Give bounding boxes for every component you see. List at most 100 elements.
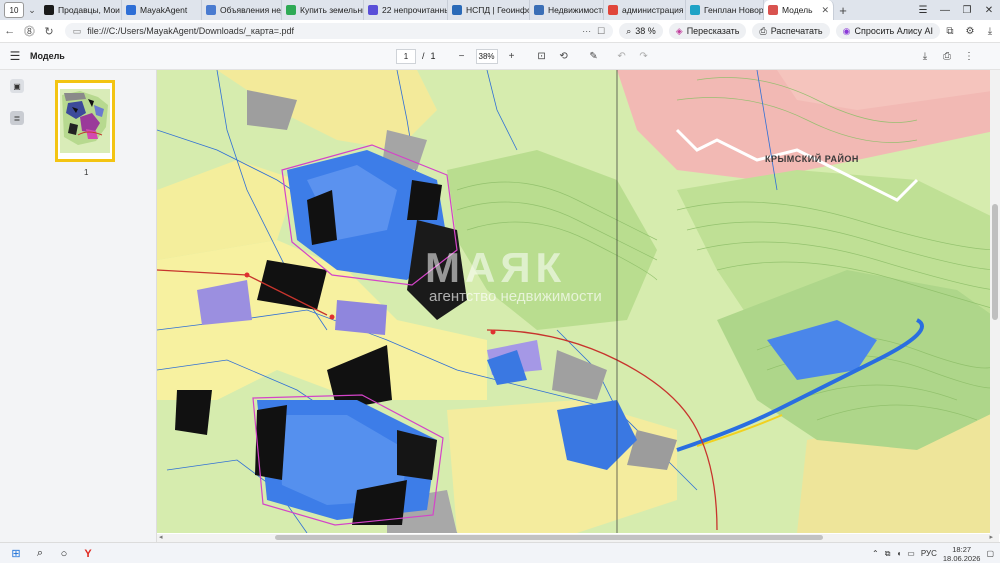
fit-page-icon[interactable]: ⊡ (534, 51, 550, 62)
url-text: file:///C:/Users/MayakAgent/Downloads/_к… (87, 26, 295, 36)
volume-icon[interactable]: ◖ (896, 549, 901, 558)
downloads-icon[interactable]: ⤓ (980, 26, 1000, 37)
tab-label: администрация г (622, 5, 686, 15)
redo-icon[interactable]: ↷ (636, 51, 652, 62)
watermark-title: МАЯК (425, 244, 567, 291)
clock-time: 18:27 (952, 544, 972, 554)
browser-tab[interactable]: Продавцы, Мои о (40, 0, 122, 20)
tab-list-chevron-icon[interactable]: ⌄ (24, 5, 40, 16)
tab-favicon-icon (768, 5, 778, 15)
close-tab-icon[interactable]: ✕ (817, 5, 829, 16)
zoom-pill[interactable]: ⌕ 38 % (619, 23, 663, 39)
thumbnail-map-image (58, 83, 112, 159)
notifications-icon[interactable]: ▢ (986, 549, 994, 558)
browser-tab[interactable]: Купить земельны (282, 0, 364, 20)
tab-favicon-icon (534, 5, 544, 15)
clock[interactable]: 18:27 18.06.2026 (943, 545, 981, 563)
tab-label: MayakAgent (140, 5, 188, 15)
tab-favicon-icon (44, 5, 54, 15)
browser-tab[interactable]: НСПД | Геоинфор (448, 0, 530, 20)
tab-label: Недвижимость (548, 5, 604, 15)
page-thumbnail[interactable] (55, 80, 115, 162)
download-icon[interactable]: ⤓ (918, 51, 932, 62)
page-number-input[interactable]: 1 (396, 48, 416, 64)
start-icon[interactable]: ⊞ (4, 547, 28, 560)
tab-label: НСПД | Геоинфор (466, 5, 530, 15)
pdf-menu-icon[interactable]: ☰ (0, 49, 30, 63)
bookmark-icon[interactable]: ☐ (597, 26, 605, 37)
watermark-subtitle: агентство недвижимости (429, 288, 602, 305)
new-tab-button[interactable]: + (834, 3, 852, 18)
vertical-scrollbar[interactable] (990, 70, 1000, 534)
more-options-icon[interactable]: ⋮ (962, 51, 976, 62)
browser-tab[interactable]: 22 непрочитанны (364, 0, 448, 20)
yandex-browser-icon[interactable]: Y (76, 548, 100, 560)
tab-favicon-icon (690, 5, 700, 15)
pdf-toolbar: ☰ Модель 1 / 1 − 38% + ⊡ ⟲ ✎ ↶ ↷ ⤓ ⎙ ⋮ (0, 43, 1000, 70)
tab-label: 22 непрочитанны (382, 5, 448, 15)
network-icon[interactable]: ⧉ (885, 549, 891, 559)
vertical-scroll-thumb[interactable] (992, 204, 998, 320)
zoom-out-icon[interactable]: − (454, 51, 470, 62)
browser-tab[interactable]: Объявления недв (202, 0, 282, 20)
language-indicator[interactable]: РУС (921, 549, 937, 558)
browser-tab[interactable]: Генплан Новорос (686, 0, 764, 20)
tab-favicon-icon (286, 5, 296, 15)
scroll-right-icon[interactable]: ▸ (989, 533, 993, 541)
annotate-icon[interactable]: ✎ (586, 51, 602, 62)
restore-icon[interactable]: ❐ (956, 5, 978, 16)
tab-favicon-icon (206, 5, 216, 15)
thumbnail-panel: 1 (34, 70, 157, 542)
horizontal-scrollbar[interactable]: ◂ ▸ (157, 534, 999, 542)
search-icon: ⌕ (626, 25, 632, 36)
map-region-label: КРЫМСКИЙ РАЙОН (765, 154, 859, 164)
tab-counter[interactable]: 10 (4, 2, 24, 18)
pdf-viewer[interactable]: КРЫМСКИЙ РАЙОН МАЯК агентство недвижимос… (157, 70, 999, 533)
print-icon[interactable]: ⎙ (940, 51, 954, 62)
shield-icon[interactable]: ⓼ (20, 23, 40, 39)
windows-taskbar: ⊞ ⌕ ○ Y ⌃ ⧉ ◖ ▭ РУС 18:27 18.06.2026 ▢ (0, 542, 1000, 563)
reload-icon[interactable]: ↻ (39, 25, 59, 38)
outline-icon[interactable]: ≣ (10, 111, 24, 125)
ask-alice-label: Спросить Алису AI (854, 26, 933, 36)
tabs-collection-icon[interactable]: ⧉ (940, 26, 960, 37)
pdf-title: Модель (30, 51, 65, 61)
tabs-menu-icon[interactable]: ☰ (912, 5, 934, 16)
close-window-icon[interactable]: ✕ (978, 5, 1000, 16)
zoom-level-input[interactable]: 38% (475, 48, 498, 64)
taskbar-search-icon[interactable]: ⌕ (28, 547, 52, 560)
print-button[interactable]: ⎙ Распечатать (752, 23, 830, 39)
browser-tab[interactable]: Модель ✕ (764, 0, 834, 20)
alice-icon: ◉ (842, 25, 851, 36)
browser-tab[interactable]: администрация г (604, 0, 686, 20)
tab-label: Модель (782, 5, 813, 15)
file-icon: ▭ (72, 25, 82, 36)
tab-favicon-icon (608, 5, 618, 15)
tab-label: Купить земельны (300, 5, 364, 15)
zoom-pill-label: 38 % (635, 26, 656, 36)
task-view-icon[interactable]: ○ (52, 548, 76, 560)
browser-tab-strip: 10 ⌄ Продавцы, Мои о MayakAgent Объявления… (0, 0, 1000, 20)
rotate-icon[interactable]: ⟲ (556, 51, 572, 62)
url-field[interactable]: ▭ file:///C:/Users/MayakAgent/Downloads/… (64, 23, 614, 39)
scroll-left-icon[interactable]: ◂ (159, 533, 163, 541)
horizontal-scroll-thumb[interactable] (275, 535, 823, 540)
tab-favicon-icon (368, 5, 378, 15)
back-icon[interactable]: ← (0, 25, 20, 37)
minimize-icon[interactable]: — (934, 5, 956, 16)
thumbnails-icon[interactable]: ▣ (10, 79, 24, 93)
battery-icon[interactable]: ▭ (907, 549, 915, 558)
pdf-sidebar: ▣ ≣ (0, 70, 35, 542)
thumbnail-page-number: 1 (84, 168, 89, 177)
tray-chevron-icon[interactable]: ⌃ (872, 549, 879, 558)
browser-tab[interactable]: Недвижимость (530, 0, 604, 20)
extensions-icon[interactable]: ⚙ (960, 26, 980, 37)
more-dots-icon[interactable]: ⋯ (582, 26, 591, 37)
retell-button[interactable]: ◈ Пересказать (668, 23, 747, 39)
ask-alice-button[interactable]: ◉ Спросить Алису AI (835, 23, 940, 39)
zoom-in-icon[interactable]: + (504, 51, 520, 62)
page-total: 1 (430, 51, 436, 61)
address-bar-row: ← ⓼ ↻ ▭ file:///C:/Users/MayakAgent/Down… (0, 20, 1000, 43)
browser-tab[interactable]: MayakAgent (122, 0, 202, 20)
undo-icon[interactable]: ↶ (614, 51, 630, 62)
